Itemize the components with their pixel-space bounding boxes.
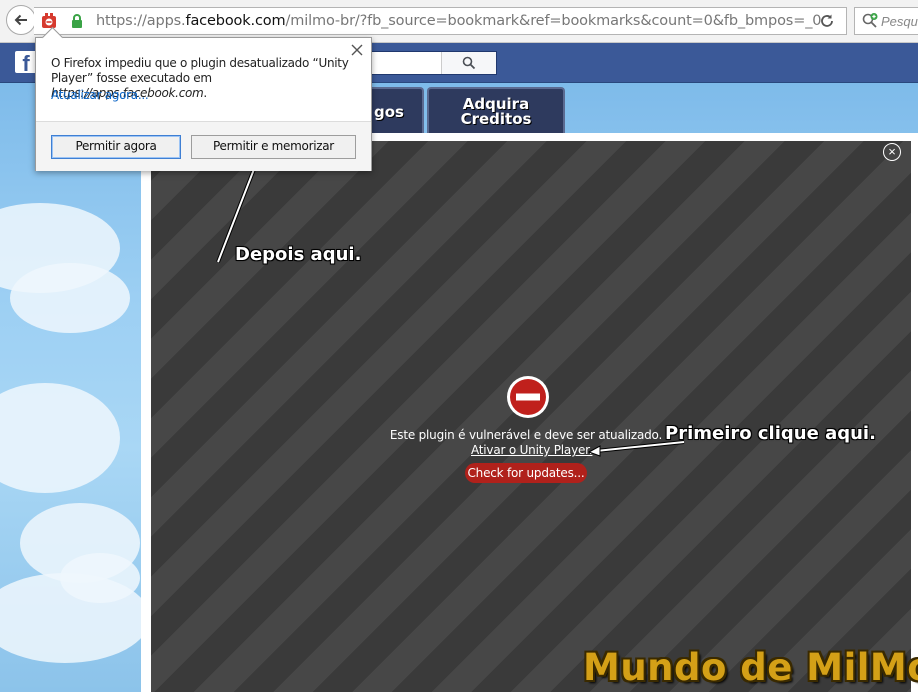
annotation-first-click: Primeiro clique aqui.: [665, 423, 876, 444]
url-text[interactable]: https://apps.facebook.com/milmo-br/?fb_s…: [96, 13, 822, 29]
plugin-vulnerable-message: Este plugin é vulnerável e deve ser atua…: [389, 428, 663, 442]
reload-icon[interactable]: [818, 12, 836, 30]
search-bar[interactable]: Pesqu: [854, 7, 918, 35]
doorhanger-footer: Permitir agora Permitir e memorizar: [36, 121, 371, 171]
blocked-plugin-large-icon: [507, 376, 549, 418]
facebook-logo[interactable]: f: [15, 51, 37, 73]
blocked-plugin-icon[interactable]: [40, 12, 58, 30]
tab-creditos-line2: Creditos: [460, 110, 532, 128]
facebook-search-button[interactable]: [441, 52, 496, 74]
url-bar[interactable]: https://apps.facebook.com/milmo-br/?fb_s…: [34, 7, 847, 35]
back-button[interactable]: [6, 5, 36, 35]
mundo-de-milmo-logo: Mundo de MilMo: [583, 646, 918, 689]
doorhanger-message-text: O Firefox impediu que o plugin desatuali…: [51, 56, 349, 85]
lock-icon[interactable]: [70, 13, 84, 29]
activate-unity-link[interactable]: Ativar o Unity Player.: [471, 443, 593, 457]
url-suffix: /milmo-br/?fb_source=bookmark&ref=bookma…: [285, 13, 822, 29]
close-game-icon[interactable]: ×: [883, 143, 901, 161]
doorhanger-message-end: .: [203, 86, 207, 100]
update-now-link[interactable]: Atualizar agora...: [51, 88, 149, 102]
check-updates-button[interactable]: Check for updates...: [465, 463, 587, 483]
search-icon: [462, 56, 476, 70]
url-host: facebook.com: [185, 13, 286, 29]
facebook-search-input[interactable]: [360, 51, 497, 75]
search-placeholder: Pesqu: [881, 14, 918, 29]
tab-jogos-label: gos: [374, 103, 404, 121]
back-arrow-icon: [14, 14, 27, 26]
search-engine-add-icon[interactable]: [861, 12, 879, 30]
plugin-doorhanger: O Firefox impediu que o plugin desatuali…: [35, 26, 372, 171]
allow-and-remember-button[interactable]: Permitir e memorizar: [191, 135, 356, 159]
tab-adquira-creditos[interactable]: Adquira Creditos: [427, 87, 565, 135]
url-prefix: https://apps.: [96, 13, 186, 29]
allow-now-button[interactable]: Permitir agora: [51, 135, 181, 159]
close-icon[interactable]: [351, 44, 363, 56]
annotation-then-here: Depois aqui.: [235, 244, 362, 265]
